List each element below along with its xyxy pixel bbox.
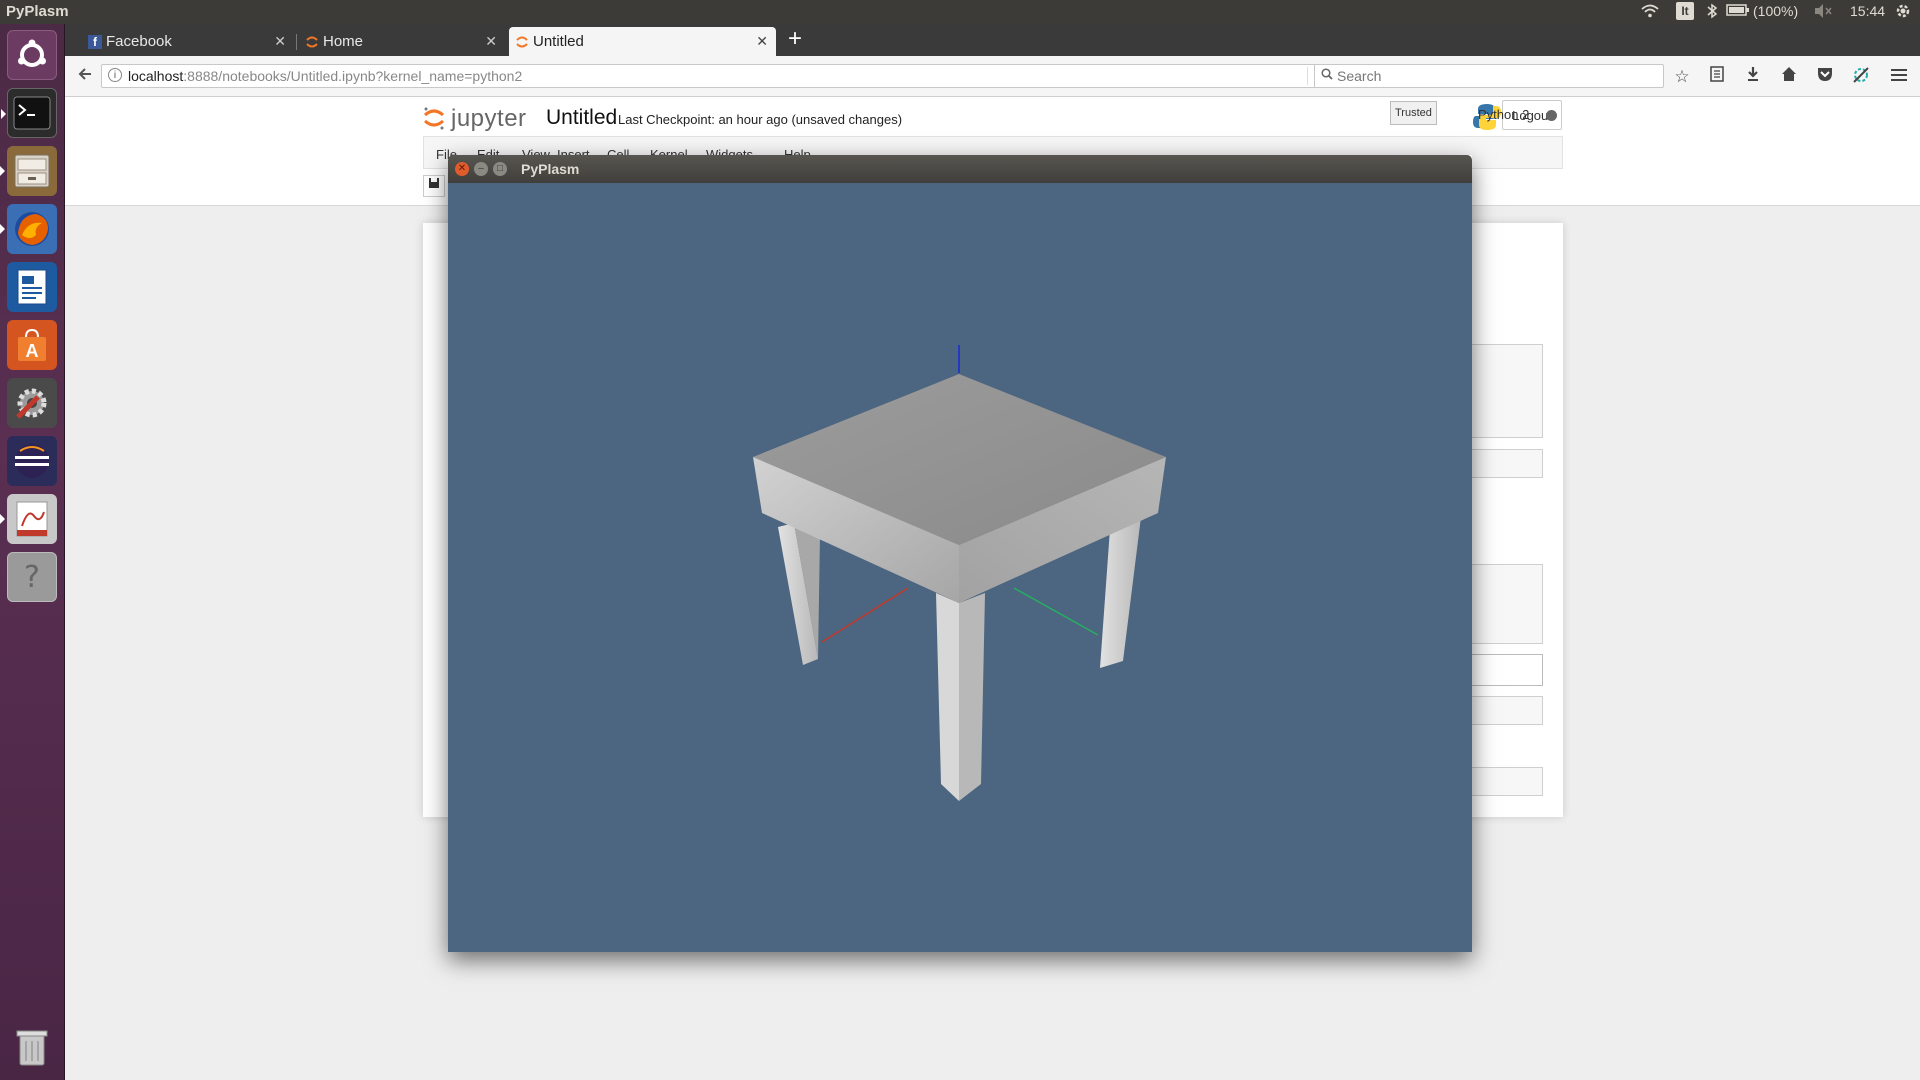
kernel-name: Python 2 bbox=[1478, 107, 1530, 122]
download-arrow-icon[interactable] bbox=[1742, 66, 1764, 88]
code-cell[interactable] bbox=[1463, 696, 1543, 725]
document-icon bbox=[17, 269, 47, 305]
x-axis-line bbox=[821, 587, 909, 643]
help-question-icon: ? bbox=[24, 559, 40, 595]
tab-home[interactable]: Home ✕ bbox=[299, 27, 505, 56]
running-indicator bbox=[0, 514, 5, 524]
tab-close-icon[interactable]: ✕ bbox=[756, 27, 768, 56]
jupyter-logo-icon bbox=[424, 107, 444, 130]
pyplasm-title-bar[interactable]: ✕ – □ PyPlasm bbox=[448, 155, 1472, 183]
browser-tab-strip: f Facebook ✕ Home ✕ Untitled ✕ + bbox=[65, 24, 1920, 56]
shopping-bag-icon: A bbox=[18, 328, 46, 361]
dash-home-button[interactable] bbox=[7, 30, 57, 80]
system-settings-launcher[interactable] bbox=[7, 378, 57, 428]
table-3d-model bbox=[753, 345, 1166, 801]
window-maximize-icon[interactable]: □ bbox=[493, 162, 507, 176]
svg-text:A: A bbox=[26, 341, 39, 361]
site-info-icon[interactable]: i bbox=[108, 68, 122, 82]
tab-untitled[interactable]: Untitled ✕ bbox=[509, 27, 776, 56]
firefox-launcher[interactable] bbox=[0, 204, 57, 254]
jupyter-favicon-icon bbox=[306, 36, 318, 48]
trusted-indicator[interactable]: Trusted bbox=[1390, 101, 1437, 125]
system-gear-icon[interactable] bbox=[1894, 2, 1912, 23]
selected-cell[interactable] bbox=[1463, 654, 1543, 686]
jupyter-logo-text: jupyter bbox=[451, 105, 527, 132]
table-leg bbox=[936, 593, 959, 801]
pyplasm-3d-viewport[interactable] bbox=[448, 183, 1472, 952]
search-placeholder: Search bbox=[1337, 68, 1382, 84]
y-axis-line bbox=[1013, 587, 1099, 636]
home-icon[interactable] bbox=[1778, 66, 1800, 88]
terminal-launcher[interactable] bbox=[1, 88, 57, 138]
active-app-title: PyPlasm bbox=[6, 3, 69, 20]
facebook-favicon-icon: f bbox=[88, 35, 102, 49]
battery-percentage: (100%) bbox=[1753, 3, 1799, 19]
trash-launcher[interactable] bbox=[7, 1022, 57, 1072]
terminal-icon bbox=[13, 96, 51, 130]
eclipse-launcher[interactable] bbox=[7, 436, 57, 486]
back-arrow-icon[interactable] bbox=[73, 64, 97, 88]
running-indicator bbox=[1, 109, 6, 119]
new-tab-plus-icon[interactable]: + bbox=[781, 24, 809, 56]
writer-launcher[interactable] bbox=[7, 262, 57, 312]
extension-puzzle-icon[interactable] bbox=[1850, 66, 1872, 88]
software-center-launcher[interactable]: A bbox=[7, 320, 57, 370]
top-panel: PyPlasm It (100%) 15:44 bbox=[0, 0, 1920, 24]
tab-label: Facebook bbox=[106, 33, 172, 50]
window-close-icon[interactable]: ✕ bbox=[455, 162, 469, 176]
code-cell[interactable] bbox=[1463, 564, 1543, 644]
save-button[interactable] bbox=[423, 175, 445, 197]
help-launcher[interactable]: ? bbox=[7, 552, 57, 602]
battery-icon[interactable] bbox=[1726, 3, 1750, 20]
url-bar[interactable]: i localhost:8888/notebooks/Untitled.ipyn… bbox=[101, 64, 1341, 88]
jupyter-favicon-icon bbox=[516, 36, 528, 48]
url-text[interactable]: localhost:8888/notebooks/Untitled.ipynb?… bbox=[128, 68, 522, 84]
pdf-viewer-icon bbox=[16, 501, 48, 537]
url-bar-separator bbox=[1307, 67, 1308, 85]
search-icon bbox=[1321, 68, 1333, 83]
file-cabinet-icon bbox=[14, 154, 50, 188]
tab-facebook[interactable]: f Facebook ✕ bbox=[82, 27, 294, 56]
tab-label: Home bbox=[323, 33, 364, 50]
tab-close-icon[interactable]: ✕ bbox=[274, 27, 286, 56]
save-floppy-icon bbox=[429, 178, 439, 188]
files-launcher[interactable] bbox=[0, 146, 57, 196]
browser-nav-bar: i localhost:8888/notebooks/Untitled.ipyn… bbox=[65, 56, 1920, 97]
table-leg bbox=[959, 593, 985, 801]
notebook-name[interactable]: Untitled bbox=[546, 106, 617, 130]
tab-label: Untitled bbox=[533, 33, 584, 50]
running-indicator bbox=[0, 224, 5, 234]
document-viewer-launcher[interactable] bbox=[0, 494, 57, 544]
bluetooth-icon[interactable] bbox=[1706, 3, 1718, 22]
clock[interactable]: 15:44 bbox=[1850, 3, 1885, 19]
trash-icon bbox=[16, 1030, 48, 1066]
eclipse-icon bbox=[15, 444, 49, 478]
checkpoint-status: Last Checkpoint: an hour ago (unsaved ch… bbox=[618, 112, 903, 127]
settings-gear-wrench-icon bbox=[16, 388, 47, 419]
wifi-icon[interactable] bbox=[1641, 3, 1659, 22]
hamburger-menu-icon[interactable] bbox=[1888, 66, 1910, 88]
search-input[interactable]: Search bbox=[1314, 64, 1664, 88]
running-indicator bbox=[0, 166, 5, 176]
jupyter-logo[interactable]: jupyter bbox=[423, 103, 533, 135]
code-cell[interactable] bbox=[1463, 449, 1543, 478]
reading-list-icon[interactable] bbox=[1706, 66, 1728, 88]
pyplasm-window: ✕ – □ PyPlasm bbox=[448, 155, 1472, 952]
volume-muted-icon[interactable] bbox=[1813, 3, 1833, 22]
launcher: A ? bbox=[0, 24, 65, 1080]
tab-close-icon[interactable]: ✕ bbox=[485, 27, 497, 56]
code-cell[interactable] bbox=[1463, 767, 1543, 796]
keyboard-layout-indicator[interactable]: It bbox=[1676, 2, 1694, 20]
tab-separator bbox=[296, 34, 297, 50]
firefox-icon bbox=[15, 212, 49, 246]
window-minimize-icon[interactable]: – bbox=[474, 162, 488, 176]
code-cell[interactable] bbox=[1463, 344, 1543, 438]
pocket-icon[interactable] bbox=[1814, 66, 1836, 88]
window-title: PyPlasm bbox=[521, 161, 580, 177]
table-leg bbox=[1100, 517, 1141, 668]
ubuntu-logo-icon bbox=[18, 39, 46, 67]
bookmark-star-icon[interactable]: ☆ bbox=[1671, 66, 1693, 88]
kernel-status-icon bbox=[1546, 110, 1557, 121]
